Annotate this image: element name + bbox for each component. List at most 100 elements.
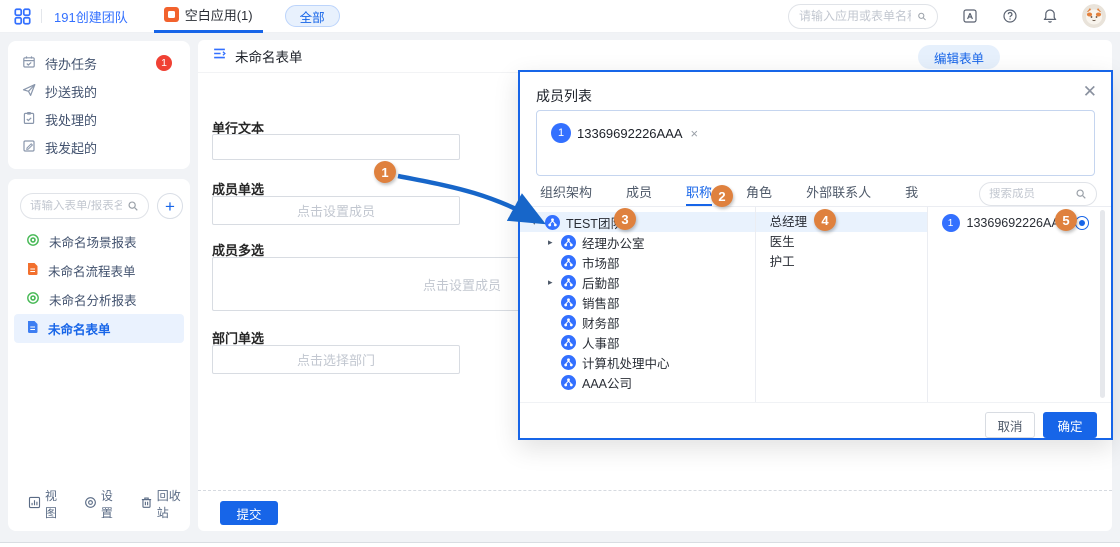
- form-list-item[interactable]: 未命名表单: [14, 314, 184, 343]
- help-icon[interactable]: [1002, 8, 1018, 24]
- member-search-box[interactable]: [979, 182, 1097, 206]
- annotation-step-1: 1: [374, 161, 396, 183]
- sidebar-footer: 视图 设置 回收站: [16, 487, 198, 521]
- filter-all-pill[interactable]: 全部: [285, 5, 340, 27]
- job-title-item[interactable]: 护工: [756, 252, 927, 272]
- form-item-icon: [26, 233, 40, 250]
- divider: [41, 9, 42, 23]
- org-icon: [561, 315, 576, 330]
- expand-arrow-icon[interactable]: ▸: [548, 237, 561, 248]
- cancel-button[interactable]: 取消: [985, 412, 1035, 438]
- dept-single-picker[interactable]: 点击选择部门: [212, 345, 460, 374]
- apps-grid-icon[interactable]: [14, 8, 31, 25]
- footer-icon: [84, 496, 97, 512]
- org-tree-item[interactable]: ▸ 后勤部: [520, 272, 755, 292]
- divider: [198, 490, 1112, 491]
- picker-tab[interactable]: 成员: [626, 182, 652, 206]
- selected-members-area[interactable]: 1 13369692226AAA ×: [536, 110, 1095, 176]
- footer-icon: [140, 496, 153, 512]
- sidebar-nav-item[interactable]: 我处理的: [8, 105, 190, 133]
- org-tree-item[interactable]: 计算机处理中心: [520, 352, 755, 372]
- org-tree-item[interactable]: 销售部: [520, 292, 755, 312]
- job-title-item[interactable]: 医生: [756, 232, 927, 252]
- app-search-box[interactable]: [788, 4, 938, 29]
- org-icon: [561, 255, 576, 270]
- edit-form-button[interactable]: 编辑表单: [918, 45, 1000, 69]
- scrollbar[interactable]: [1100, 210, 1105, 398]
- expand-arrow-icon[interactable]: ▸: [548, 277, 561, 288]
- member-list-dialog: 成员列表 ✕ 1 13369692226AAA × 组织架构 成员 职称 角色 …: [518, 70, 1113, 440]
- sidebar-nav-item[interactable]: 我发起的: [8, 133, 190, 161]
- org-tree-column: ▾ TEST团队 ▸: [520, 207, 756, 402]
- contact-card-icon[interactable]: [962, 8, 978, 24]
- search-icon: [127, 200, 139, 212]
- sidebar-nav-item[interactable]: 待办任务 1: [8, 49, 190, 77]
- nav-icon: [22, 139, 36, 156]
- member-item[interactable]: 1 13369692226AAA: [928, 212, 1111, 234]
- sidebar-tasks-panel: 待办任务 1 抄送我的 我处理的 我发起的: [8, 41, 190, 169]
- footer-icon: [28, 496, 41, 512]
- form-item-icon: [26, 291, 40, 308]
- window-bottom-edge: [0, 542, 1120, 547]
- confirm-button[interactable]: 确定: [1043, 412, 1097, 438]
- member-avatar: 1: [551, 123, 571, 143]
- form-search-input[interactable]: [30, 200, 122, 212]
- search-icon: [917, 10, 927, 23]
- picker-tab[interactable]: 外部联系人: [806, 182, 871, 206]
- org-tree-item[interactable]: ▸ 经理办公室: [520, 232, 755, 252]
- annotation-step-2: 2: [711, 185, 733, 207]
- picker-tab[interactable]: 角色: [746, 182, 772, 206]
- close-icon[interactable]: ✕: [1083, 82, 1097, 102]
- app-window: 191创建团队 空白应用(1) 全部: [0, 0, 1120, 547]
- form-list-item[interactable]: 未命名场景报表: [14, 227, 184, 256]
- page-title: 未命名表单: [235, 46, 303, 66]
- dialog-footer: 取消 确定: [520, 402, 1111, 438]
- single-line-text-input[interactable]: [212, 134, 460, 160]
- selected-member-chip[interactable]: 1 13369692226AAA ×: [551, 123, 698, 143]
- form-list-item[interactable]: 未命名流程表单: [14, 256, 184, 285]
- submit-button[interactable]: 提交: [220, 501, 278, 525]
- job-title-column: 总经理 医生 护工: [756, 207, 928, 402]
- annotation-step-5: 5: [1055, 209, 1077, 231]
- annotation-arrow: [390, 168, 560, 232]
- annotation-step-4: 4: [814, 209, 836, 231]
- radio-selected-icon[interactable]: [1075, 216, 1089, 230]
- form-search-box[interactable]: [20, 193, 149, 219]
- app-search-input[interactable]: [799, 9, 911, 23]
- app-icon: [164, 7, 179, 22]
- member-column: 1 13369692226AAA: [928, 207, 1111, 402]
- form-list: 未命名场景报表 未命名流程表单 未命名分析报表 未命名表单: [8, 227, 190, 343]
- org-icon: [561, 335, 576, 350]
- sidebar-footer-item[interactable]: 回收站: [140, 487, 186, 521]
- form-list-item[interactable]: 未命名分析报表: [14, 285, 184, 314]
- remove-member-icon[interactable]: ×: [691, 126, 699, 141]
- user-avatar[interactable]: [1082, 4, 1106, 28]
- top-bar: 191创建团队 空白应用(1) 全部: [0, 0, 1120, 33]
- org-icon: [561, 235, 576, 250]
- notifications-bell-icon[interactable]: [1042, 8, 1058, 24]
- sidebar-footer-item[interactable]: 视图: [28, 487, 64, 521]
- picker-tab[interactable]: 职称: [686, 182, 712, 206]
- form-item-icon: [26, 262, 39, 279]
- team-name-link[interactable]: 191创建团队: [54, 7, 128, 26]
- form-item-icon: [26, 320, 39, 337]
- picker-tab[interactable]: 我: [905, 182, 918, 206]
- tab-blank-app[interactable]: 空白应用(1): [154, 0, 263, 33]
- org-tree-item[interactable]: 财务部: [520, 312, 755, 332]
- dialog-title: 成员列表: [536, 86, 592, 106]
- nav-icon: [22, 55, 36, 72]
- org-icon: [561, 275, 576, 290]
- org-icon: [561, 355, 576, 370]
- org-tree-item[interactable]: 市场部: [520, 252, 755, 272]
- sidebar-footer-item[interactable]: 设置: [84, 487, 120, 521]
- job-title-item[interactable]: 总经理: [756, 212, 927, 232]
- sidebar-nav-item[interactable]: 抄送我的: [8, 77, 190, 105]
- member-search-input[interactable]: [989, 188, 1069, 200]
- form-outline-icon[interactable]: [212, 46, 227, 66]
- nav-icon: [22, 111, 36, 128]
- add-form-button[interactable]: +: [157, 193, 183, 219]
- search-icon: [1075, 188, 1087, 200]
- org-tree-item[interactable]: AAA公司: [520, 372, 755, 392]
- org-tree-item[interactable]: 人事部: [520, 332, 755, 352]
- selected-member-name: 13369692226AAA: [577, 126, 683, 141]
